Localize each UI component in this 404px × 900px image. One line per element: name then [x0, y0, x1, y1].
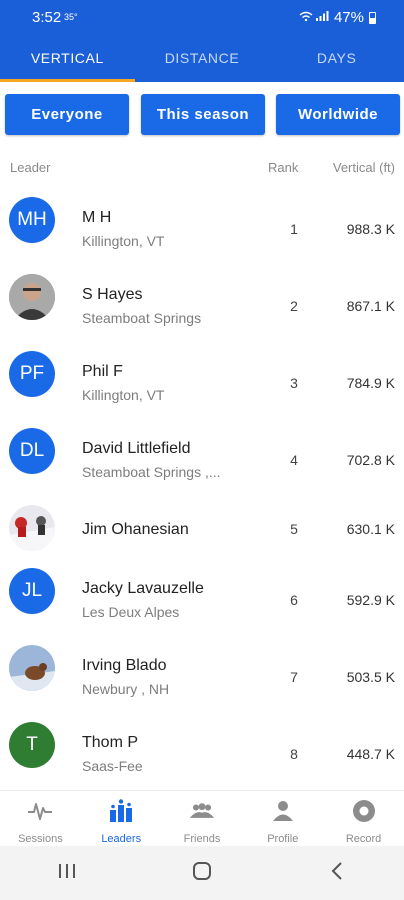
leader-vertical: 702.8 K [346, 452, 395, 468]
battery-percent: 47% [333, 9, 364, 26]
avatar: PF [9, 351, 55, 397]
home-icon [192, 861, 212, 886]
leader-rank: 6 [290, 592, 298, 608]
nav-leaders-label: Leaders [101, 833, 142, 845]
leaderboard-icon [108, 799, 134, 823]
nav-leaders[interactable]: Leaders [81, 791, 162, 846]
leader-row[interactable]: MH M H Killington, VT 1 988.3 K [0, 183, 404, 260]
leader-rank: 2 [290, 298, 298, 314]
leader-name: Jacky Lavauzelle [82, 580, 204, 597]
bottom-navigation: Sessions Leaders Friends Profile Record [0, 790, 404, 846]
leader-rank: 5 [290, 521, 298, 537]
leader-row[interactable]: JL Jacky Lavauzelle Les Deux Alpes 6 592… [0, 568, 404, 645]
leader-name: David Littlefield [82, 440, 191, 457]
nav-friends-label: Friends [183, 833, 221, 845]
leader-rank: 4 [290, 452, 298, 468]
avatar: T [9, 722, 55, 768]
leader-rank: 3 [290, 375, 298, 391]
leader-name: Irving Blado [82, 657, 167, 674]
recents-button[interactable] [47, 853, 87, 893]
audience-filter-button[interactable]: Everyone [5, 94, 129, 135]
leader-row[interactable]: Irving Blado Newbury , NH 7 503.5 K [0, 645, 404, 722]
leader-vertical: 988.3 K [346, 221, 395, 237]
status-temperature: 35° [64, 12, 78, 22]
battery-icon [369, 11, 376, 24]
status-bar: 3:52 35° 47% [0, 0, 404, 34]
leader-name: Phil F [82, 363, 123, 380]
leader-name: M H [82, 209, 112, 226]
status-time: 3:52 [32, 9, 62, 26]
period-filter-button[interactable]: This season [141, 94, 265, 135]
leader-name: S Hayes [82, 286, 143, 303]
avatar-photo [9, 645, 55, 691]
leader-row[interactable]: PF Phil F Killington, VT 3 784.9 K [0, 337, 404, 414]
recents-icon [57, 863, 77, 884]
leader-location: Steamboat Springs ,... [82, 464, 221, 480]
status-indicators: 47% [299, 9, 376, 26]
nav-profile-label: Profile [267, 833, 299, 845]
avatar-photo [9, 505, 55, 551]
nav-record-label: Record [345, 833, 382, 845]
leader-location: Killington, VT [82, 387, 165, 403]
avatar: DL [9, 428, 55, 474]
tab-distance[interactable]: DISTANCE [135, 34, 270, 82]
leader-location: Steamboat Springs [82, 310, 202, 326]
leader-name: Jim Ohanesian [82, 521, 189, 538]
person-icon [270, 799, 296, 823]
column-header-rank: Rank [268, 160, 299, 175]
leader-row[interactable]: Jim Ohanesian 5 630.1 K [0, 491, 404, 568]
leader-location: Killington, VT [82, 233, 165, 249]
leader-vertical: 630.1 K [346, 521, 395, 537]
leader-row[interactable]: S Hayes Steamboat Springs 2 867.1 K [0, 260, 404, 337]
leader-vertical: 784.9 K [346, 375, 395, 391]
record-icon [351, 799, 377, 823]
nav-sessions[interactable]: Sessions [0, 791, 81, 846]
nav-profile[interactable]: Profile [242, 791, 323, 846]
column-header-leader: Leader [10, 160, 51, 175]
nav-record[interactable]: Record [323, 791, 404, 846]
leader-rank: 7 [290, 669, 298, 685]
avatar-photo [9, 274, 55, 320]
leader-rank: 8 [290, 746, 298, 762]
signal-icon [299, 10, 329, 25]
leader-row[interactable]: DL David Littlefield Steamboat Springs ,… [0, 414, 404, 491]
region-filter-button[interactable]: Worldwide [276, 94, 400, 135]
nav-friends[interactable]: Friends [162, 791, 243, 846]
back-icon [330, 861, 344, 886]
back-button[interactable] [317, 853, 357, 893]
leader-vertical: 503.5 K [346, 669, 395, 685]
avatar: JL [9, 568, 55, 614]
filter-bar: Everyone This season Worldwide [0, 94, 404, 136]
tab-days[interactable]: DAYS [269, 34, 404, 82]
pulse-icon [27, 799, 53, 823]
leader-location: Newbury , NH [82, 681, 170, 697]
leader-vertical: 867.1 K [346, 298, 395, 314]
system-navigation-bar [0, 846, 404, 900]
leader-name: Thom P [82, 734, 139, 751]
leader-rank: 1 [290, 221, 298, 237]
metric-tabs: VERTICAL DISTANCE DAYS [0, 34, 404, 82]
home-button[interactable] [182, 853, 222, 893]
group-icon [189, 799, 215, 823]
column-header-vertical: Vertical (ft) [332, 160, 395, 175]
leader-location: Les Deux Alpes [82, 604, 180, 620]
tab-vertical[interactable]: VERTICAL [0, 34, 135, 82]
leader-vertical: 448.7 K [346, 746, 395, 762]
nav-sessions-label: Sessions [18, 833, 63, 845]
leader-location: Saas-Fee [82, 758, 143, 774]
leader-row[interactable]: T Thom P Saas-Fee 8 448.7 K [0, 722, 404, 799]
avatar: MH [9, 197, 55, 243]
leader-vertical: 592.9 K [346, 592, 395, 608]
